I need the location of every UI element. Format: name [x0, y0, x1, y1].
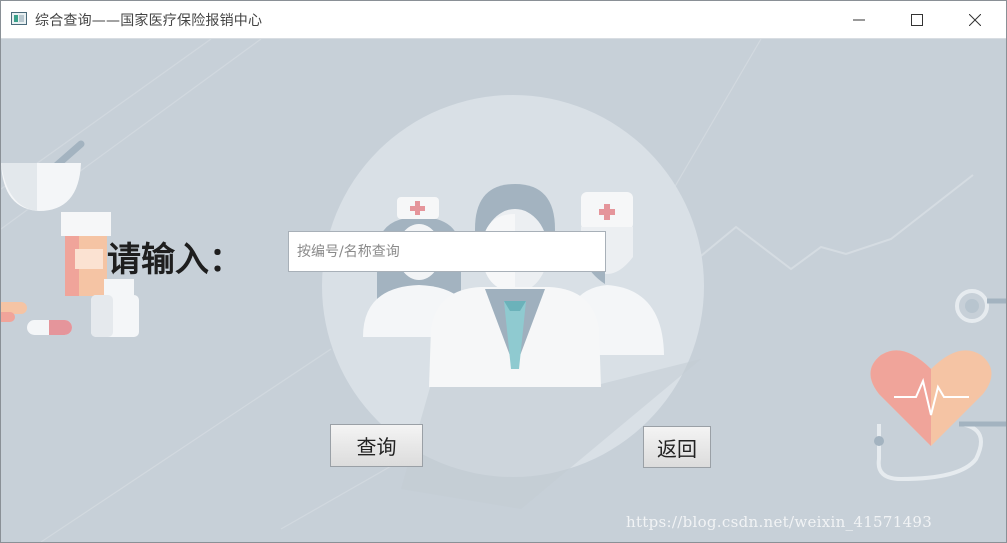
search-prompt-label: 请输入： [107, 240, 243, 280]
medicine-bottle-icon [61, 212, 111, 296]
minimize-button[interactable] [830, 1, 888, 38]
main-content: 请输入： 查询 返回 https://blog.csdn.net/weixin_… [1, 39, 1006, 542]
title-bar: 综合查询——国家医疗保险报销中心 [1, 1, 1006, 39]
maximize-button[interactable] [888, 1, 946, 38]
close-button[interactable] [946, 1, 1004, 38]
maximize-icon [911, 13, 923, 26]
window-title: 综合查询——国家医疗保险报销中心 [35, 13, 263, 29]
app-window: 综合查询——国家医疗保险报销中心 请输入： 按编号/名称查询 查询 返回 htt… [0, 0, 1007, 543]
minimize-icon [853, 19, 865, 20]
app-window-icon [11, 12, 27, 25]
query-button[interactable]: 查询 [330, 424, 423, 467]
pill-capsule-icon [1, 302, 72, 335]
background-illustration [1, 39, 1006, 542]
heart-stethoscope-icon [870, 289, 1006, 482]
back-button[interactable]: 返回 [643, 426, 711, 468]
mortar-bowl-icon [1, 140, 85, 211]
heartbeat-line-icon [660, 174, 974, 290]
watermark-text: https://blog.csdn.net/weixin_41571493 [626, 513, 933, 531]
search-input[interactable] [288, 231, 606, 272]
close-icon [969, 13, 981, 26]
